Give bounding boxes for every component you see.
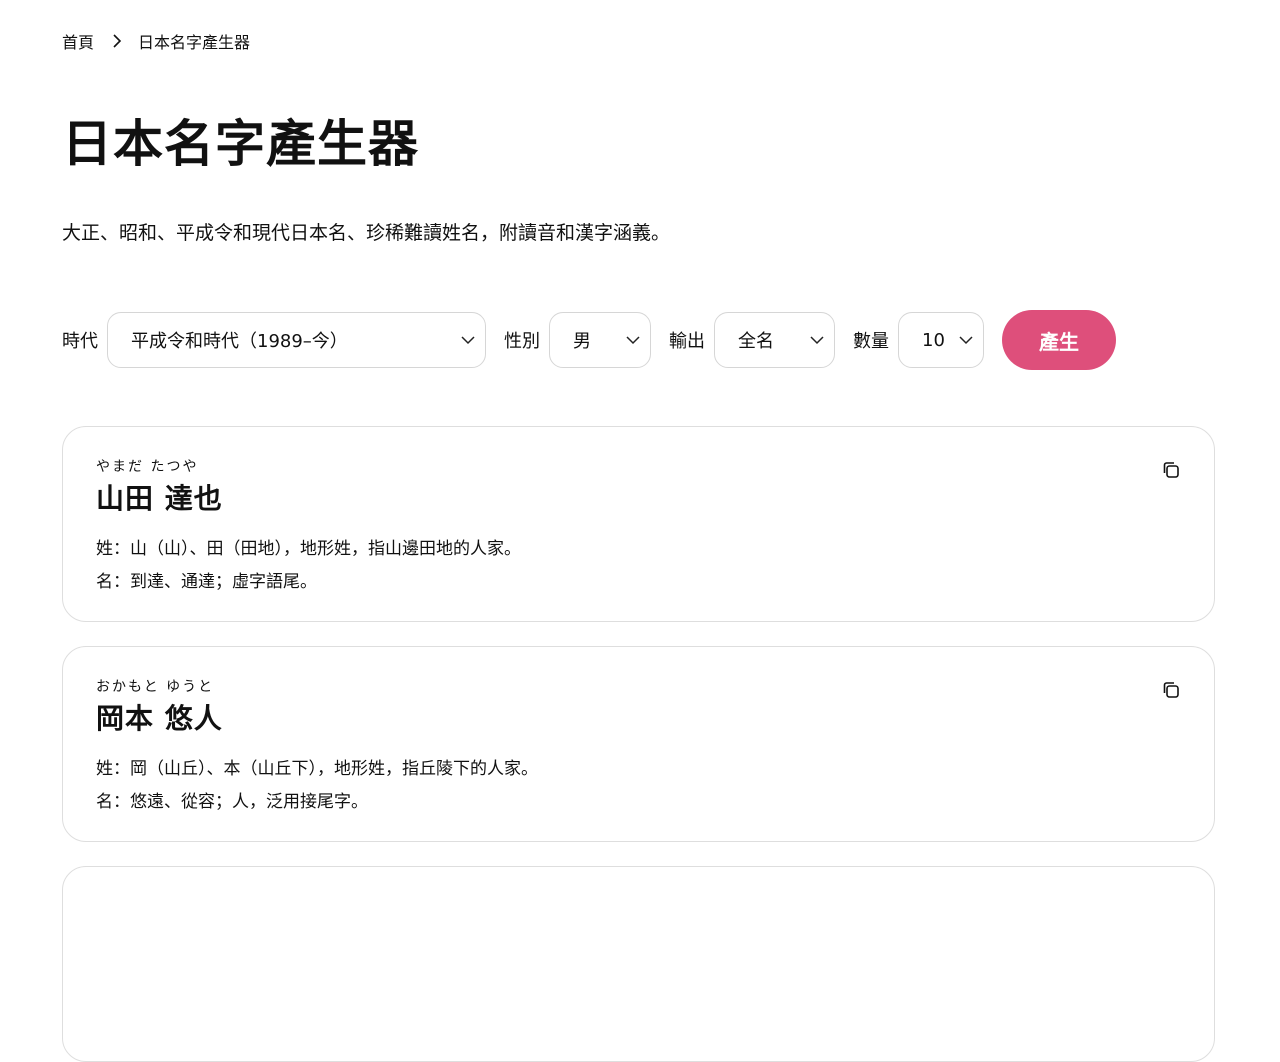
count-label: 數量 bbox=[853, 331, 889, 352]
count-select[interactable]: 10 bbox=[898, 312, 984, 368]
given-name-meaning: 名：悠遠、從容；人，泛用接尾字。 bbox=[96, 792, 368, 812]
name-reading: やまだ たつや bbox=[96, 459, 199, 475]
generate-button[interactable]: 產生 bbox=[1002, 310, 1116, 370]
chevron-down-icon bbox=[959, 336, 973, 345]
page-title: 日本名字產生器 bbox=[62, 115, 419, 173]
output-select[interactable]: 全名 bbox=[714, 312, 835, 368]
gender-select[interactable]: 男 bbox=[549, 312, 651, 368]
chevron-right-icon bbox=[112, 33, 122, 49]
gender-select-value: 男 bbox=[573, 331, 591, 352]
copy-icon[interactable] bbox=[1161, 460, 1181, 480]
result-card bbox=[62, 866, 1215, 1062]
generator-controls: 時代 平成令和時代（1989–今） 性別 男 輸出 全名 數量 10 產生 bbox=[62, 310, 1116, 370]
result-card: おかもと ゆうと 岡本 悠人 姓：岡（山丘）、本（山丘下），地形姓，指丘陵下的人… bbox=[62, 646, 1215, 842]
chevron-down-icon bbox=[461, 336, 475, 345]
era-select-value: 平成令和時代（1989–今） bbox=[131, 331, 348, 352]
era-select[interactable]: 平成令和時代（1989–今） bbox=[107, 312, 486, 368]
output-label: 輸出 bbox=[669, 331, 705, 352]
count-select-value: 10 bbox=[922, 329, 945, 351]
chevron-down-icon bbox=[810, 336, 824, 345]
result-card: やまだ たつや 山田 達也 姓：山（山）、田（田地），地形姓，指山邊田地的人家。… bbox=[62, 426, 1215, 622]
copy-icon[interactable] bbox=[1161, 680, 1181, 700]
gender-label: 性別 bbox=[504, 331, 540, 352]
generated-name: 岡本 悠人 bbox=[96, 702, 223, 735]
breadcrumb-home-link[interactable]: 首頁 bbox=[62, 29, 94, 53]
breadcrumb: 首頁 日本名字產生器 bbox=[62, 30, 250, 52]
surname-meaning: 姓：岡（山丘）、本（山丘下），地形姓，指丘陵下的人家。 bbox=[96, 759, 538, 779]
page-subtitle: 大正、昭和、平成令和現代日本名、珍稀難讀姓名，附讀音和漢字涵義。 bbox=[62, 222, 671, 244]
surname-meaning: 姓：山（山）、田（田地），地形姓，指山邊田地的人家。 bbox=[96, 539, 521, 559]
chevron-down-icon bbox=[626, 336, 640, 345]
page: 首頁 日本名字產生器 日本名字產生器 大正、昭和、平成令和現代日本名、珍稀難讀姓… bbox=[0, 0, 1280, 1062]
given-name-meaning: 名：到達、通達；虛字語尾。 bbox=[96, 572, 317, 592]
output-select-value: 全名 bbox=[738, 331, 774, 352]
name-reading: おかもと ゆうと bbox=[96, 679, 215, 695]
generated-name: 山田 達也 bbox=[96, 482, 223, 515]
era-label: 時代 bbox=[62, 331, 98, 352]
breadcrumb-current: 日本名字產生器 bbox=[138, 33, 251, 52]
